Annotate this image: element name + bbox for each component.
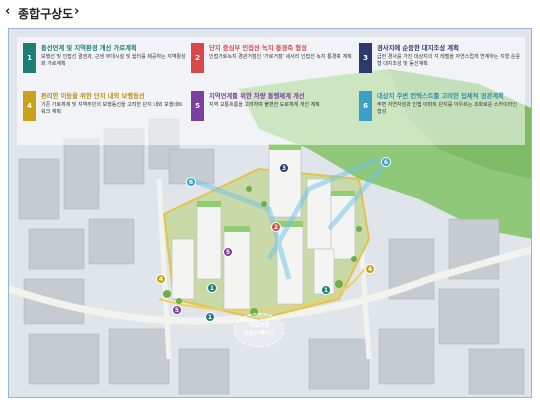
- page-title: 종합구상도: [18, 7, 74, 21]
- open-space-label: 가로거점 오픈스페이스: [234, 313, 284, 347]
- chevron-right-icon[interactable]: ›: [74, 4, 79, 19]
- chevron-left-icon[interactable]: ‹: [5, 4, 10, 19]
- map-marker-4: 4: [365, 264, 375, 274]
- card-number: 6: [359, 91, 372, 121]
- map-marker-5: 5: [172, 305, 182, 315]
- card-title: 편리한 이동을 위한 단지 내외 보행동선: [41, 93, 145, 100]
- map-marker-1: 1: [207, 283, 217, 293]
- card-title: 단지 중심부 인접선 녹지 통경축 형성: [209, 45, 307, 52]
- card-number: 2: [191, 43, 204, 73]
- card-description: 주변 자연자원과 인접 아파트 단지를 아우르는 조화로운 스카이라인 형성: [377, 102, 517, 115]
- map-marker-6: 6: [186, 177, 196, 187]
- card-description: 급한 경사를 가진 대상지의 각 레벨을 자연스럽게 연계하는 지형 순응형 대…: [377, 54, 521, 67]
- strategy-panel: 1 통선연계 및 지역환경 개선 가로계획 보행선 및 인접선 결권과, 근생 …: [17, 37, 525, 145]
- card-number: 3: [359, 43, 372, 73]
- map-marker-1: 1: [321, 285, 331, 295]
- map-marker-4: 4: [156, 274, 166, 284]
- card-number: 5: [191, 91, 204, 121]
- master-plan-image: 1 통선연계 및 지역환경 개선 가로계획 보행선 및 인접선 결권과, 근생 …: [8, 28, 532, 398]
- plaza-label-line-2: 오픈스페이스: [243, 331, 275, 337]
- card-description: 기존 가로체계 및 지역주민의 보행동선을 고려한 단지 내외 보행네트 워크 …: [41, 102, 183, 115]
- page-header: ‹ 종합구상도 ›: [0, 0, 540, 26]
- card-number: 4: [23, 91, 36, 121]
- plaza-label-line-1: 가로거점: [248, 323, 270, 329]
- map-marker-3: 3: [279, 163, 289, 173]
- map-marker-5: 5: [223, 247, 233, 257]
- map-marker-1: 1: [205, 312, 215, 322]
- map-marker-2: 2: [271, 222, 281, 232]
- card-title: 통선연계 및 지역환경 개선 가로계획: [41, 45, 137, 52]
- card-number: 1: [23, 43, 36, 73]
- card-description: 보행선 및 인접선 결권과, 근생 부대시설 및 쉼터를 제공하는 지역활성화 …: [41, 54, 186, 67]
- card-description: 지역 교통흐름을 고려하여 불편한 도로체계 개선 계획: [209, 102, 320, 108]
- card-description: 인접가로녹지 경관거점인 '가로거점' 세서리 인접선 녹지 통경축 계획: [209, 54, 352, 60]
- map-marker-6: 6: [381, 157, 391, 167]
- card-title: 경사지에 순응한 대지조성 계획: [377, 45, 459, 52]
- card-title: 지역연계를 위한 차량 통행체계 개선: [209, 93, 305, 100]
- card-title: 대상지 주변 컨텍스트를 고려한 입체적 경관계획: [377, 93, 504, 100]
